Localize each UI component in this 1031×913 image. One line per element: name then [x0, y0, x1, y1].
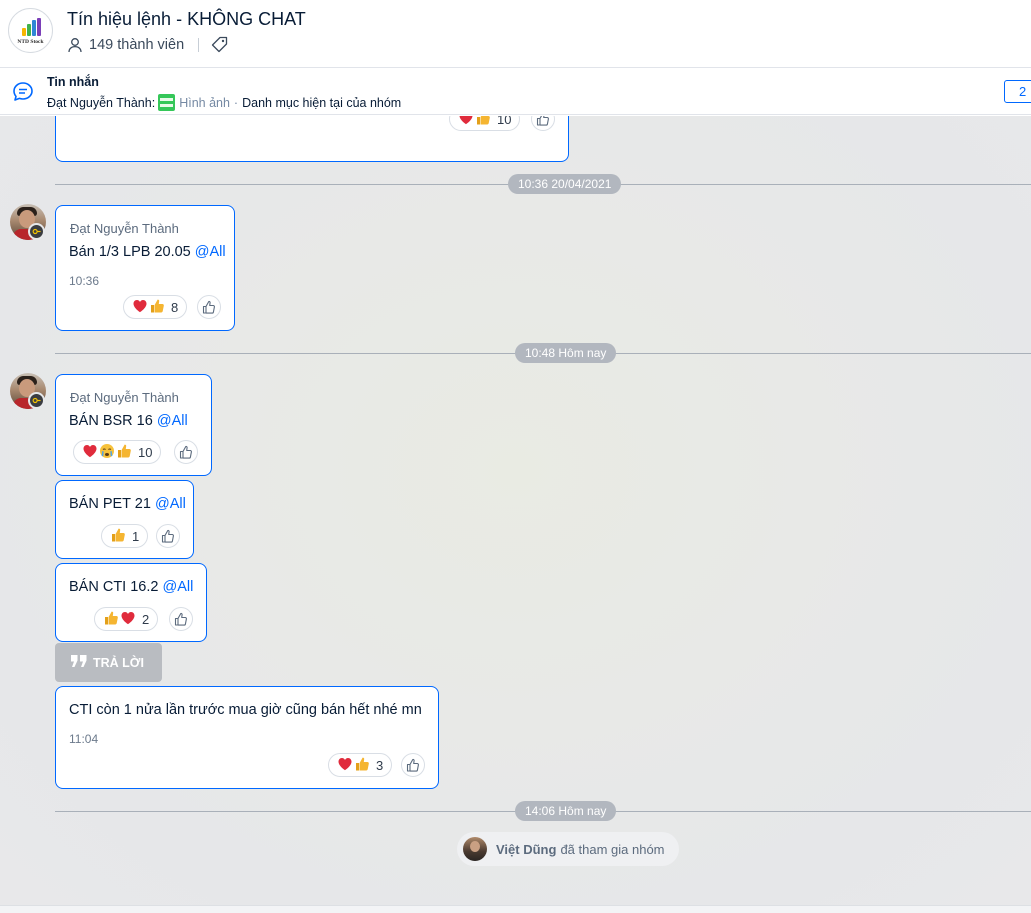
tag-icon[interactable] [211, 36, 228, 53]
member-count[interactable]: 149 thành viên [89, 37, 184, 53]
thumbs-up-icon [103, 610, 119, 629]
like-button[interactable] [197, 295, 221, 319]
pinned-caption: Danh mục hiện tại của nhóm [242, 95, 402, 110]
image-thumbnail-icon [158, 94, 176, 111]
thumbs-up-outline-icon [161, 529, 174, 543]
thumbs-up-icon [354, 756, 370, 775]
thumbs-up-outline-icon [174, 612, 187, 626]
reaction-summary[interactable]: 8 [123, 295, 188, 319]
message-list[interactable]: 10 10:36 20/04/2021 Đạt Nguyễn Thành Bán… [0, 116, 1031, 905]
heart-icon [120, 610, 136, 629]
pinned-message-bar[interactable]: Tin nhắn Đạt Nguyễn Thành: Hình ảnh · Da… [0, 69, 1031, 115]
reaction-summary[interactable]: 1 [101, 524, 149, 548]
thumbs-up-outline-icon [406, 758, 419, 772]
thumbs-up-outline-icon [179, 445, 192, 459]
thumbs-up-icon [110, 527, 126, 546]
composer-edge [0, 905, 1031, 913]
message-text: BÁN PET 21 @All [69, 496, 186, 512]
thumbs-up-outline-icon [536, 116, 549, 126]
reaction-count: 10 [497, 116, 512, 127]
heart-icon [337, 756, 353, 775]
like-button[interactable] [169, 607, 193, 631]
member-joined-notice: Việt Dũng đã tham gia nhóm [457, 832, 679, 866]
message-time: 10:36 [69, 274, 100, 288]
date-separator: 14:06 Hôm nay [515, 801, 617, 821]
message-bubble[interactable]: CTI còn 1 nửa lần trước mua giờ cũng bán… [55, 686, 439, 789]
mention-all[interactable]: @All [195, 244, 226, 260]
message-text: BÁN CTI 16.2 @All [69, 579, 194, 595]
pinned-sender: Đạt Nguyễn Thành: [47, 95, 156, 110]
joined-user-avatar[interactable] [463, 837, 487, 861]
like-button[interactable] [531, 116, 555, 131]
sender-name[interactable]: Đạt Nguyễn Thành [70, 390, 179, 405]
heart-icon [82, 443, 98, 462]
thumbs-up-icon [475, 116, 491, 129]
message-bubble[interactable]: Đạt Nguyễn Thành BÁN BSR 16 @All 10 [55, 374, 212, 476]
reaction-summary[interactable]: 10 [449, 116, 521, 131]
group-title[interactable]: Tín hiệu lệnh - KHÔNG CHAT [67, 9, 306, 30]
heart-icon [458, 116, 474, 129]
pinned-title: Tin nhắn [47, 75, 99, 89]
reaction-count: 10 [138, 444, 153, 460]
reaction-summary[interactable]: 3 [328, 753, 393, 777]
quote-icon [71, 655, 87, 670]
like-button[interactable] [401, 753, 425, 777]
like-button[interactable] [156, 524, 180, 548]
group-avatar[interactable]: NTD Stock [8, 8, 53, 53]
message-bubble[interactable]: BÁN PET 21 @All 1 [55, 480, 194, 559]
message-bubble[interactable]: 10 [55, 116, 569, 162]
message-time: 11:04 [69, 732, 99, 746]
pinned-preview: Đạt Nguyễn Thành: Hình ảnh · Danh mục hi… [47, 94, 402, 111]
message-text: BÁN BSR 16 @All [69, 413, 188, 429]
group-logo-text: NTD Stock [17, 39, 44, 45]
reaction-count: 3 [376, 757, 384, 773]
date-separator: 10:48 Hôm nay [515, 343, 617, 363]
joined-text: đã tham gia nhóm [560, 841, 665, 857]
reaction-summary[interactable]: 2 [94, 607, 159, 631]
thumbs-up-icon [149, 298, 165, 317]
message-bubble[interactable]: BÁN CTI 16.2 @All 2 [55, 563, 207, 642]
like-button[interactable] [174, 440, 198, 464]
thumbs-up-icon [116, 443, 132, 462]
reply-button[interactable]: TRẢ LỜI [55, 643, 162, 682]
key-badge-icon [28, 392, 45, 409]
mention-all[interactable]: @All [157, 413, 188, 429]
user-icon[interactable] [67, 37, 83, 53]
thumbs-up-outline-icon [202, 300, 215, 314]
pinned-more-button[interactable]: 2 [1004, 80, 1031, 103]
heart-icon [132, 298, 148, 317]
member-info: 149 thành viên [67, 36, 228, 53]
separator [198, 37, 200, 52]
reaction-count: 2 [142, 611, 150, 627]
chat-header: NTD Stock Tín hiệu lệnh - KHÔNG CHAT 149… [0, 0, 1031, 68]
chart-logo-icon [22, 18, 42, 36]
message-bubble-icon [12, 81, 34, 108]
reply-label: TRẢ LỜI [93, 655, 144, 670]
message-bubble[interactable]: Đạt Nguyễn Thành Bán 1/3 LPB 20.05 @All … [55, 205, 235, 331]
message-text: CTI còn 1 nửa lần trước mua giờ cũng bán… [69, 702, 422, 718]
crying-face-icon [99, 443, 115, 462]
joined-user-name[interactable]: Việt Dũng [496, 842, 556, 857]
date-separator: 10:36 20/04/2021 [508, 174, 622, 194]
reaction-count: 8 [171, 299, 179, 315]
reaction-count: 1 [132, 528, 140, 544]
mention-all[interactable]: @All [162, 579, 193, 595]
sender-name[interactable]: Đạt Nguyễn Thành [70, 221, 179, 236]
message-text: Bán 1/3 LPB 20.05 @All [69, 244, 226, 260]
pinned-attachment: Hình ảnh [179, 95, 230, 110]
mention-all[interactable]: @All [155, 496, 186, 512]
reaction-summary[interactable]: 10 [73, 440, 162, 464]
key-badge-icon [28, 223, 45, 240]
